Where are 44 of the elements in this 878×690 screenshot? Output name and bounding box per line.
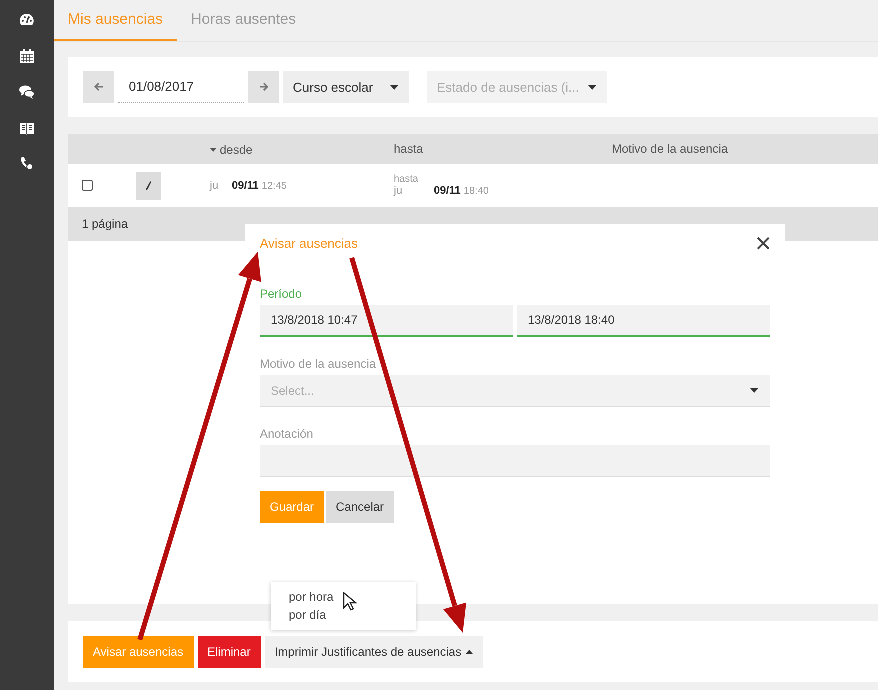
- sort-caret-icon: [210, 148, 217, 152]
- cursor-icon: [343, 592, 357, 612]
- right-arrow-icon: [258, 82, 268, 92]
- field-label: Anotación: [260, 427, 314, 441]
- dropdown-caret-icon: [588, 84, 597, 90]
- start-datetime-field[interactable]: 13/8/2018 10:47: [260, 305, 513, 337]
- caret-up-icon: [466, 650, 473, 654]
- date-text: 09/11: [232, 180, 259, 192]
- note-field[interactable]: [260, 445, 770, 477]
- print-dropdown-button[interactable]: Imprimir Justificantes de ausencias: [264, 636, 483, 668]
- field-label: Período: [260, 287, 302, 301]
- time-text: 12:45: [262, 180, 287, 192]
- end-datetime-field[interactable]: 13/8/2018 18:40: [517, 305, 770, 337]
- phone-icon[interactable]: [19, 156, 35, 172]
- menu-item[interactable]: por día: [271, 606, 416, 624]
- speedometer-icon[interactable]: [19, 12, 35, 28]
- checkbox[interactable]: [82, 180, 93, 191]
- calendar-icon[interactable]: [19, 48, 35, 64]
- column-header[interactable]: Motivo de la ausencia: [612, 142, 728, 156]
- previous-button[interactable]: [83, 71, 114, 103]
- until-label: hasta: [394, 174, 420, 185]
- page-count: 1 página: [82, 217, 128, 231]
- close-icon[interactable]: [757, 237, 770, 250]
- date-text: 09/11: [434, 185, 461, 197]
- table-row[interactable]: ju 09/11 12:45 hasta ju 09/11 18:40: [68, 164, 878, 207]
- menu-item[interactable]: por hora: [271, 588, 416, 606]
- dialog-title: Avisar ausencias: [260, 236, 358, 251]
- left-arrow-icon: [94, 82, 104, 92]
- time-text: 18:40: [464, 186, 489, 197]
- weekday-text: ju: [210, 180, 220, 192]
- weekday-text: ju: [394, 185, 404, 197]
- field-label: Motivo de la ausencia: [260, 357, 376, 371]
- column-header[interactable]: hasta: [394, 142, 424, 156]
- dropdown-caret-icon: [750, 388, 759, 393]
- cancel-button[interactable]: Cancelar: [326, 491, 394, 523]
- delete-button[interactable]: Eliminar: [198, 636, 261, 668]
- column-header[interactable]: desde: [210, 143, 253, 157]
- book-icon[interactable]: [19, 120, 35, 136]
- dropdown-caret-icon: [390, 84, 399, 90]
- next-button[interactable]: [248, 71, 279, 103]
- period-select[interactable]: Curso escolar: [283, 71, 409, 103]
- pencil-icon: [146, 180, 152, 190]
- chat-icon[interactable]: [19, 84, 35, 100]
- date-field[interactable]: 01/08/2017: [118, 71, 244, 103]
